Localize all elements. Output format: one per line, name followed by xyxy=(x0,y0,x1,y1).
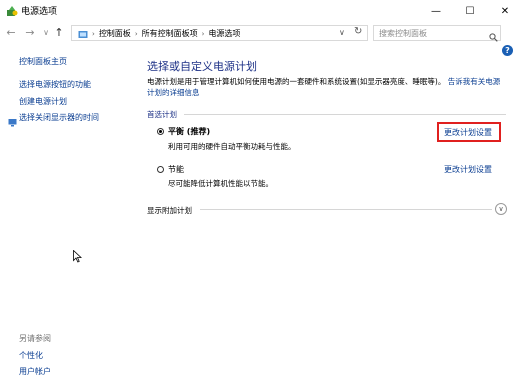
page-description: 电源计划是用于管理计算机如何使用电源的一套硬件和系统设置(如显示器亮度、睡眠等)… xyxy=(147,76,507,98)
breadcrumb-all-items[interactable]: 所有控制面板项 xyxy=(142,28,198,39)
minimize-icon: — xyxy=(431,5,441,17)
maximize-icon: ☐ xyxy=(465,5,475,17)
maximize-button[interactable]: ☐ xyxy=(453,0,487,22)
plan-desc-balanced: 利用可用的硬件自动平衡功耗与性能。 xyxy=(168,142,296,151)
chevron-down-icon: ∨ xyxy=(498,205,504,213)
plan-name-power-saver[interactable]: 节能 xyxy=(168,164,184,175)
description-text: 电源计划是用于管理计算机如何使用电源的一套硬件和系统设置(如显示器亮度、睡眠等)… xyxy=(147,77,446,86)
up-arrow-icon: ↑ xyxy=(54,26,64,39)
breadcrumb: › 控制面板 › 所有控制面板项 › 电源选项 xyxy=(78,28,240,39)
recent-locations-button[interactable]: ∨ xyxy=(40,28,52,37)
back-button[interactable]: ← xyxy=(5,26,17,39)
sidebar-item-power-button[interactable]: 选择电源按钮的功能 xyxy=(19,79,91,90)
see-also-user-accounts[interactable]: 用户帐户 xyxy=(19,366,51,377)
show-additional-plans-label[interactable]: 显示附加计划 xyxy=(147,205,192,216)
close-button[interactable]: ✕ xyxy=(488,0,522,22)
chevron-right-icon: › xyxy=(134,29,138,38)
chevron-down-icon: ∨ xyxy=(339,28,345,37)
radio-selected-dot xyxy=(159,130,162,133)
divider xyxy=(184,114,506,115)
plan-desc-power-saver: 尽可能降低计算机性能以节能。 xyxy=(168,179,273,188)
divider xyxy=(200,209,492,210)
refresh-icon: ↻ xyxy=(354,26,363,37)
forward-arrow-icon: → xyxy=(25,26,35,39)
chevron-right-icon: › xyxy=(92,29,95,38)
plan-radio-balanced[interactable] xyxy=(157,128,164,135)
window-title: 电源选项 xyxy=(21,7,58,17)
change-plan-settings-balanced[interactable]: 更改计划设置 xyxy=(444,127,492,138)
preferred-plans-label: 首选计划 xyxy=(147,110,177,119)
change-plan-settings-power-saver[interactable]: 更改计划设置 xyxy=(444,164,492,175)
address-dropdown-button[interactable]: ∨ xyxy=(339,28,345,37)
breadcrumb-power-options[interactable]: 电源选项 xyxy=(208,28,240,39)
see-also-label: 另请参阅 xyxy=(19,334,51,343)
mouse-cursor-icon xyxy=(73,250,82,263)
search-icon xyxy=(489,27,498,46)
expand-additional-plans-button[interactable]: ∨ xyxy=(495,203,507,215)
chevron-right-icon: › xyxy=(201,29,205,38)
see-also-personalization[interactable]: 个性化 xyxy=(19,350,43,361)
sidebar-home-link[interactable]: 控制面板主页 xyxy=(19,56,67,67)
power-options-icon xyxy=(7,6,18,16)
up-button[interactable]: ↑ xyxy=(53,26,65,39)
page-title: 选择或自定义电源计划 xyxy=(147,60,257,73)
minimize-button[interactable]: — xyxy=(419,0,453,22)
sidebar-item-display-off[interactable]: 选择关闭显示器的时间 xyxy=(19,112,99,123)
chevron-down-icon: ∨ xyxy=(43,28,49,37)
control-panel-icon xyxy=(78,30,88,38)
back-arrow-icon: ← xyxy=(6,26,16,39)
plan-radio-power-saver[interactable] xyxy=(157,166,164,173)
breadcrumb-control-panel[interactable]: 控制面板 xyxy=(99,28,131,39)
help-icon[interactable]: ? xyxy=(502,45,513,56)
sidebar-item-create-plan[interactable]: 创建电源计划 xyxy=(19,96,67,107)
search-placeholder: 搜索控制面板 xyxy=(379,29,427,38)
forward-button[interactable]: → xyxy=(24,26,36,39)
refresh-button[interactable]: ↻ xyxy=(354,26,362,37)
close-icon: ✕ xyxy=(500,5,510,17)
plan-name-balanced[interactable]: 平衡 (推荐) xyxy=(168,126,210,137)
display-shield-icon xyxy=(8,112,17,131)
